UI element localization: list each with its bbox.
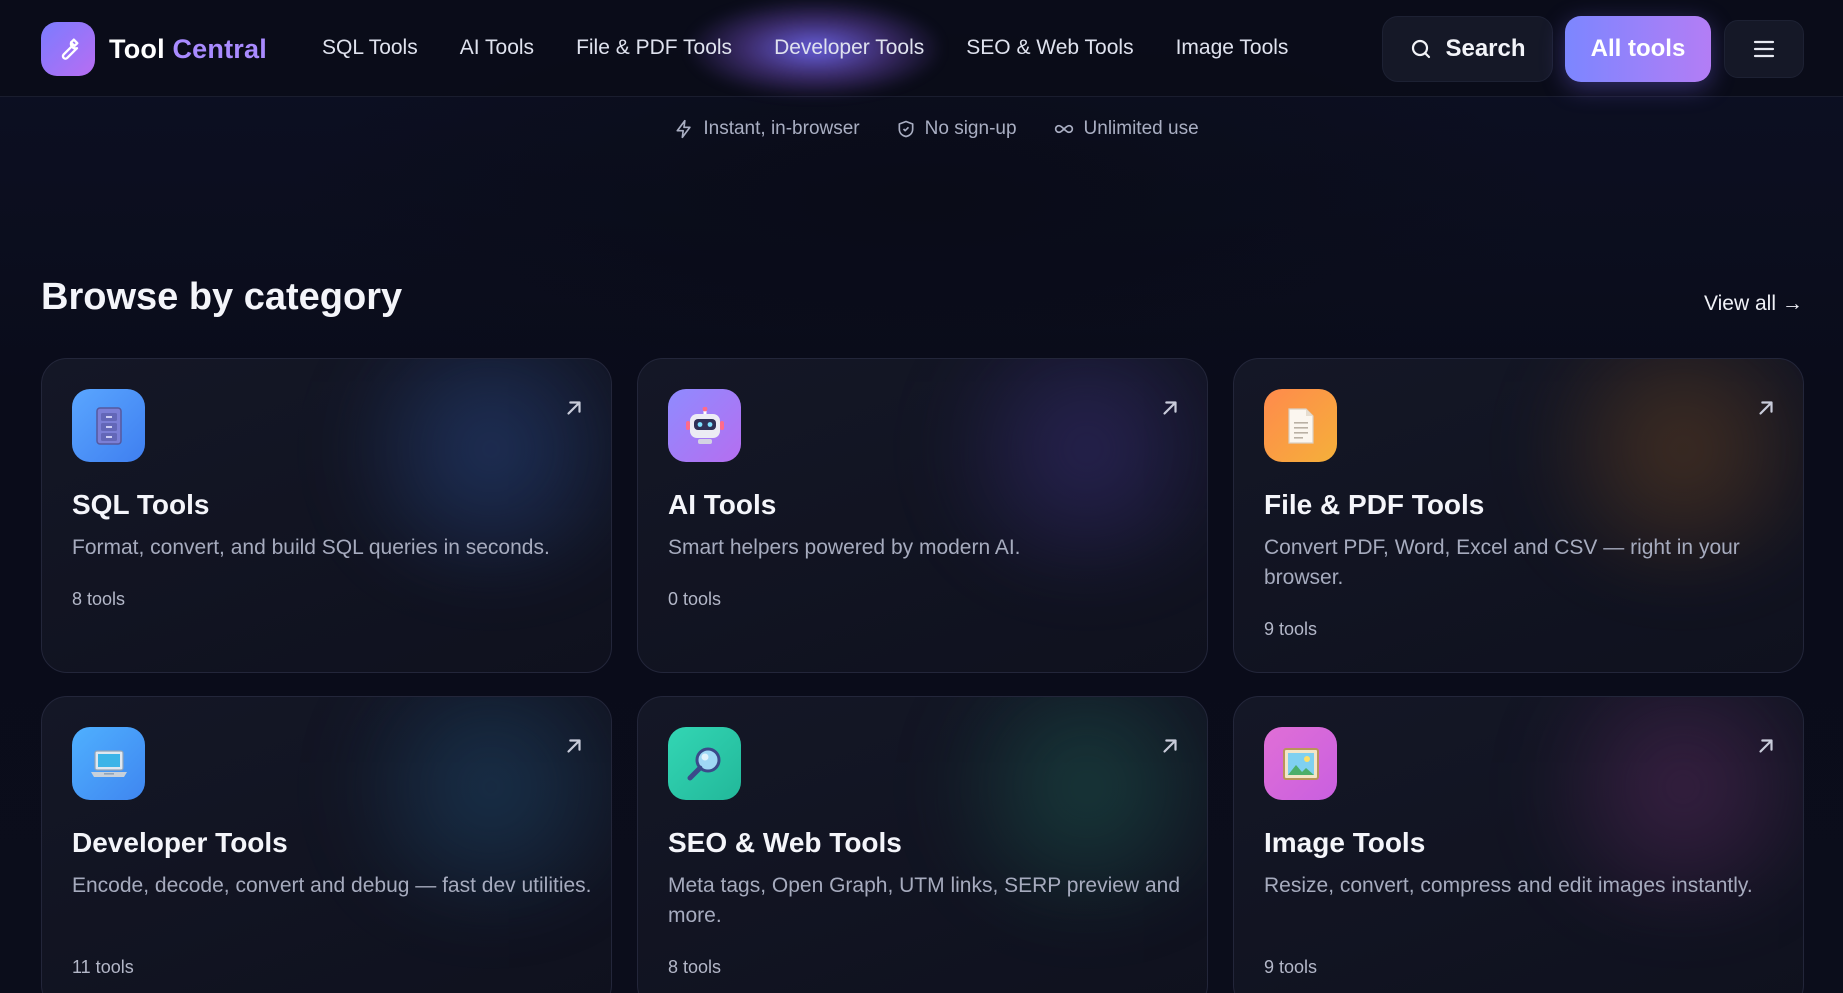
- lightning-icon: [676, 119, 692, 139]
- category-card-file-pdf-tools[interactable]: File & PDF Tools Convert PDF, Word, Exce…: [1233, 358, 1804, 673]
- wrench-icon: [41, 22, 95, 76]
- brand-name: Tool Central: [109, 33, 267, 64]
- card-description: Encode, decode, convert and debug — fast…: [72, 874, 592, 897]
- all-tools-button[interactable]: All tools: [1565, 16, 1711, 82]
- nav-link-seo-web-tools[interactable]: SEO & Web Tools: [966, 36, 1133, 60]
- card-description: Format, convert, and build SQL queries i…: [72, 536, 550, 559]
- card-title: SEO & Web Tools: [668, 827, 902, 858]
- card-description: Meta tags, Open Graph, UTM links, SERP p…: [668, 874, 1180, 927]
- arrow-up-right-icon: [1163, 401, 1177, 415]
- search-button-label: Search: [1445, 35, 1526, 62]
- feature-no-signup: No sign-up: [896, 118, 1017, 140]
- category-card-image-tools[interactable]: Image Tools Resize, convert, compress an…: [1233, 696, 1804, 993]
- view-all-link[interactable]: View all →: [1704, 292, 1803, 316]
- laptop-icon: [72, 727, 145, 800]
- document-icon: [1264, 389, 1337, 462]
- nav-link-developer-tools[interactable]: Developer Tools: [774, 36, 924, 60]
- card-tool-count: 8 tools: [668, 957, 722, 977]
- search-icon: [1412, 39, 1431, 59]
- card-description: Smart helpers powered by modern AI.: [668, 536, 1021, 559]
- hamburger-menu-icon: [1753, 40, 1775, 58]
- shield-icon: [898, 120, 914, 138]
- menu-button[interactable]: [1724, 20, 1804, 78]
- arrow-up-right-icon: [567, 401, 581, 415]
- card-tool-count: 9 tools: [1264, 957, 1318, 977]
- arrow-up-right-icon: [567, 739, 581, 753]
- card-tool-count: 8 tools: [72, 589, 126, 609]
- search-button[interactable]: Search: [1382, 16, 1553, 82]
- section-title: Browse by category: [41, 276, 403, 318]
- category-card-ai-tools[interactable]: AI Tools Smart helpers powered by modern…: [637, 358, 1208, 673]
- arrow-up-right-icon: [1759, 401, 1773, 415]
- nav-link-sql-tools[interactable]: SQL Tools: [322, 36, 418, 60]
- card-tool-count: 11 tools: [72, 957, 134, 977]
- category-card-sql-tools[interactable]: SQL Tools Format, convert, and build SQL…: [41, 358, 612, 673]
- card-tool-count: 0 tools: [668, 589, 722, 609]
- card-title: SQL Tools: [72, 489, 210, 520]
- magnifier-icon: [668, 727, 741, 800]
- picture-icon: [1264, 727, 1337, 800]
- feature-instant: Instant, in-browser: [674, 118, 860, 140]
- card-title: File & PDF Tools: [1264, 489, 1485, 520]
- card-description: Convert PDF, Word, Excel and CSV — right…: [1264, 536, 1740, 589]
- feature-highlights: Instant, in-browser No sign-up Unlimited…: [0, 114, 1843, 144]
- robot-icon: [668, 389, 741, 462]
- file-cabinet-icon: [72, 389, 145, 462]
- infinity-icon: [1054, 124, 1073, 134]
- arrow-up-right-icon: [1163, 739, 1177, 753]
- card-tool-count: 9 tools: [1264, 619, 1318, 639]
- feature-unlimited: Unlimited use: [1053, 118, 1199, 140]
- card-title: Developer Tools: [72, 827, 288, 858]
- nav-link-ai-tools[interactable]: AI Tools: [460, 36, 534, 60]
- nav-links: SQL Tools AI Tools File & PDF Tools Deve…: [322, 30, 1330, 66]
- card-description: Resize, convert, compress and edit image…: [1264, 874, 1753, 897]
- brand-logo-link[interactable]: Tool Central: [41, 22, 267, 76]
- nav-link-image-tools[interactable]: Image Tools: [1176, 36, 1289, 60]
- card-title: Image Tools: [1264, 827, 1426, 858]
- arrow-up-right-icon: [1759, 739, 1773, 753]
- top-navbar: Tool Central SQL Tools AI Tools File & P…: [0, 0, 1843, 97]
- category-card-seo-web-tools[interactable]: SEO & Web Tools Meta tags, Open Graph, U…: [637, 696, 1208, 993]
- category-card-developer-tools[interactable]: Developer Tools Encode, decode, convert …: [41, 696, 612, 993]
- nav-link-file-pdf-tools[interactable]: File & PDF Tools: [576, 36, 732, 60]
- card-title: AI Tools: [668, 489, 777, 520]
